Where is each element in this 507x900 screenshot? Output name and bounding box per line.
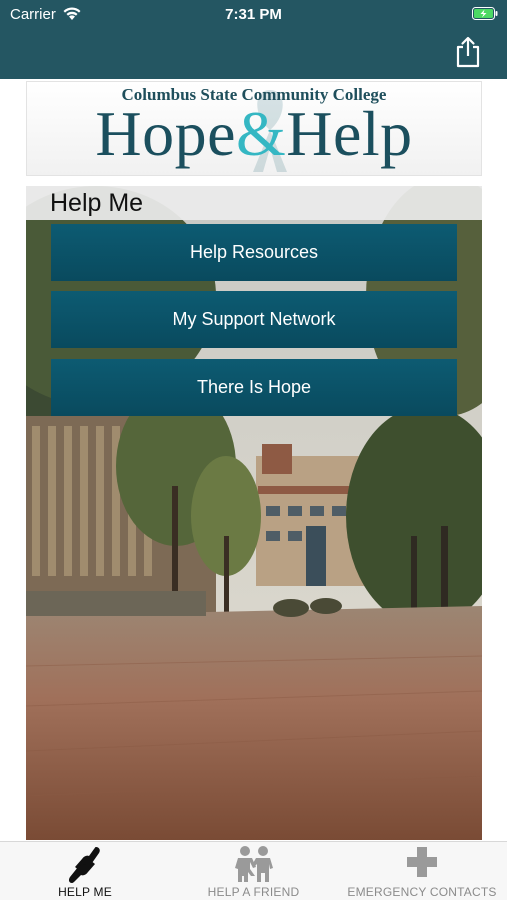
brand-title: Hope&Help: [27, 96, 481, 172]
page-title: Help Me: [50, 189, 144, 217]
my-support-network-button[interactable]: My Support Network: [51, 291, 457, 348]
brand-help: Help: [286, 98, 413, 169]
status-bar: Carrier 7:31 PM: [0, 0, 507, 30]
tab-label: HELP ME: [58, 885, 112, 899]
navigation-bar: Carrier 7:31 PM: [0, 0, 507, 79]
tab-label: HELP A FRIEND: [207, 885, 300, 899]
clock: 7:31 PM: [225, 6, 282, 23]
tab-bar: HELP ME HELP A FRIEND EMERGENCY CONTACTS: [0, 841, 507, 900]
helping-hands-icon: [68, 847, 100, 883]
help-resources-button[interactable]: Help Resources: [51, 224, 457, 281]
brand-hope: Hope: [95, 98, 236, 169]
battery-charging-icon: [472, 7, 498, 20]
brand-ampersand: &: [235, 98, 287, 169]
help-me-panel: Help Me Help Resources My Support Networ…: [26, 186, 482, 840]
there-is-hope-button[interactable]: There Is Hope: [51, 359, 457, 416]
medical-cross-icon: [407, 847, 437, 877]
hope-and-help-logo: Columbus State Community College Hope&He…: [26, 81, 482, 176]
tab-label: EMERGENCY CONTACTS: [347, 885, 497, 899]
tab-emergency-contacts[interactable]: EMERGENCY CONTACTS: [337, 842, 507, 900]
tab-help-a-friend[interactable]: HELP A FRIEND: [170, 842, 337, 900]
tab-help-me[interactable]: HELP ME: [0, 842, 170, 900]
two-kids-icon: [235, 846, 273, 882]
campus-photo: [26, 186, 482, 840]
share-icon[interactable]: [454, 36, 482, 68]
